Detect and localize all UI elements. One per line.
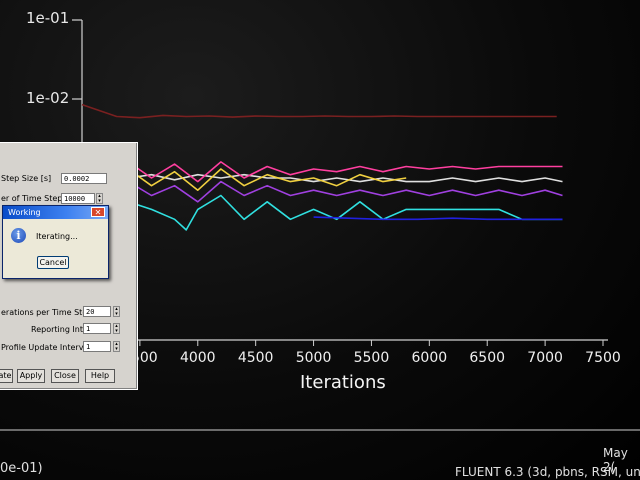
cancel-button[interactable]: Cancel — [37, 256, 69, 269]
x-tick-label: 6500 — [469, 350, 506, 366]
profile-update-spinner[interactable]: ▴ ▾ — [113, 341, 120, 352]
close-icon[interactable]: ✕ — [91, 207, 105, 217]
working-title-bar[interactable]: Working ✕ — [3, 206, 108, 219]
help-button[interactable]: Help — [85, 369, 115, 383]
x-axis-label: Iterations — [300, 372, 386, 393]
reporting-interval-spinner[interactable]: ▴ ▾ — [113, 323, 120, 334]
profile-update-input[interactable] — [83, 341, 111, 352]
num-time-steps-spinner[interactable]: ▴ ▾ — [96, 193, 103, 204]
series-line — [81, 180, 563, 231]
num-time-steps-label: er of Time Steps — [1, 194, 67, 203]
working-dialog: Working ✕ i Iterating... Cancel — [2, 205, 109, 279]
y-tick-label: 1e-02 — [26, 89, 70, 107]
reporting-interval-input[interactable] — [83, 323, 111, 334]
footer-version: FLUENT 6.3 (3d, pbns, RSM, un — [455, 465, 640, 479]
x-tick-marks — [81, 340, 604, 346]
x-tick-label: 5500 — [353, 350, 390, 366]
y-tick-label: 1e-01 — [26, 9, 70, 27]
iterations-per-step-input[interactable] — [83, 306, 111, 317]
iterations-per-step-spinner[interactable]: ▴ ▾ — [113, 306, 120, 317]
iterations-per-step-label: erations per Time Step — [1, 308, 93, 317]
series-line — [81, 103, 557, 119]
x-tick-label: 6000 — [411, 350, 448, 366]
update-button[interactable]: ate — [0, 369, 13, 383]
series-line — [313, 216, 563, 221]
footer-left-text: 0e-01) — [0, 461, 43, 476]
x-tick-label: 4500 — [237, 350, 274, 366]
x-tick-label: 7500 — [585, 350, 621, 366]
profile-update-label: Profile Update Interval — [1, 343, 91, 352]
fluent-graphics-window: 1e-01 1e-02 3000350040004500500055006000… — [0, 0, 640, 480]
info-icon: i — [11, 228, 26, 243]
num-time-steps-input[interactable] — [61, 193, 95, 204]
step-size-input[interactable] — [61, 173, 107, 184]
apply-button[interactable]: Apply — [17, 369, 45, 383]
step-size-label: Step Size [s] — [1, 174, 52, 183]
x-tick-label: 7000 — [527, 350, 563, 366]
x-tick-label: 5000 — [295, 350, 332, 366]
working-message: Iterating... — [36, 232, 78, 241]
close-button[interactable]: Close — [51, 369, 79, 383]
x-tick-label: 4000 — [179, 350, 216, 366]
working-title: Working — [8, 208, 41, 217]
series-group — [81, 103, 563, 231]
